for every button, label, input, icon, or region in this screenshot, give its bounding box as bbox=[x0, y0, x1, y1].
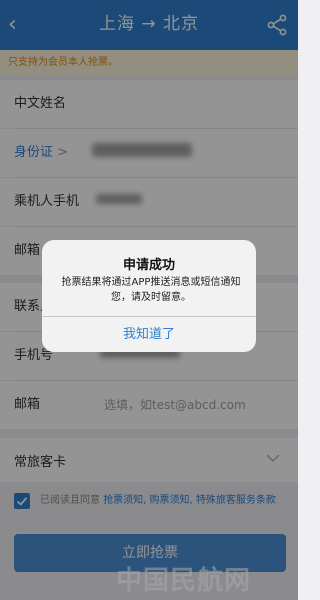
watermark-logo: 中国民航网 bbox=[116, 566, 252, 596]
dialog-message: 抢票结果将通过APP推送消息或短信通知您，请及时留意。 bbox=[61, 277, 241, 303]
success-dialog: 申请成功 抢票结果将通过APP推送消息或短信通知您，请及时留意。 我知道了 bbox=[42, 240, 256, 352]
dialog-title: 申请成功 bbox=[122, 258, 175, 273]
dialog-ok-button[interactable]: 我知道了 bbox=[42, 317, 256, 352]
